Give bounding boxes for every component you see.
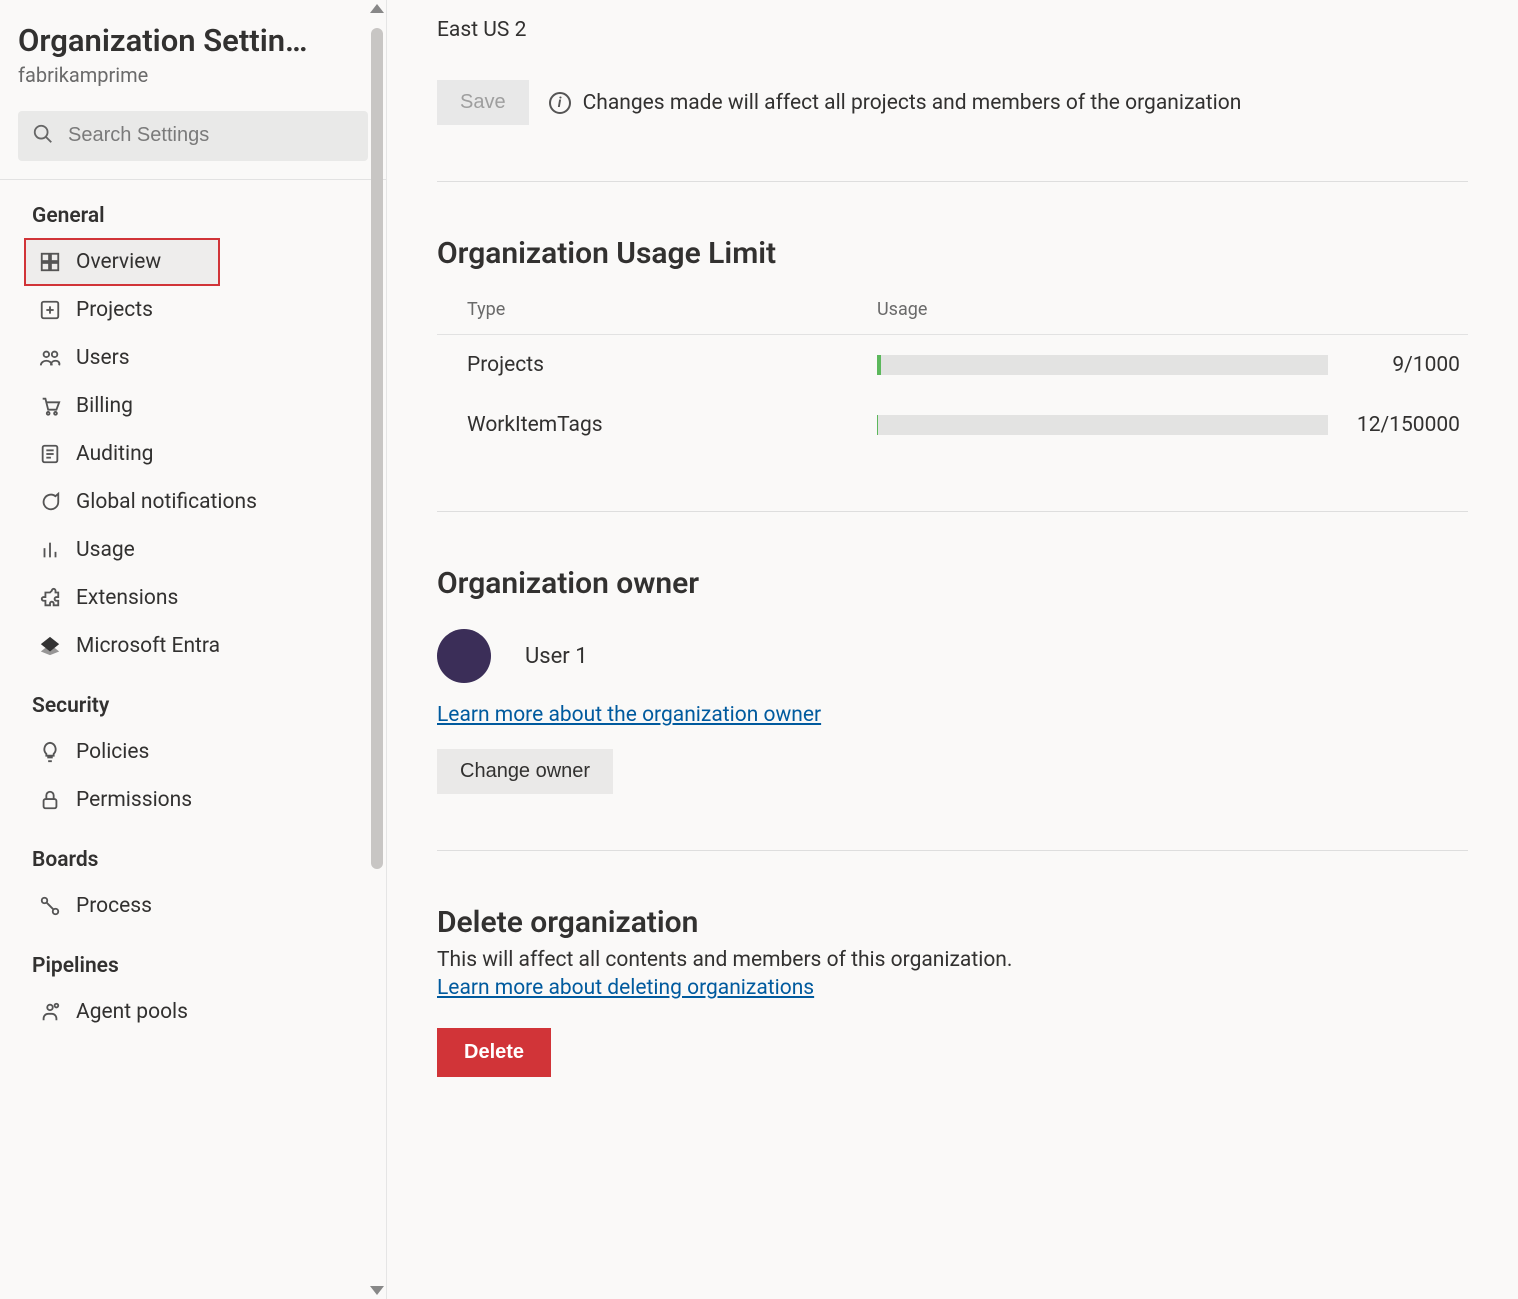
sidebar-item-label: Billing — [76, 394, 133, 418]
search-settings-box[interactable] — [18, 111, 368, 161]
agent-icon — [38, 1000, 62, 1024]
plus-box-icon — [38, 298, 62, 322]
sidebar-item-entra[interactable]: Microsoft Entra — [0, 622, 386, 670]
search-input[interactable] — [66, 123, 354, 148]
delete-title: Delete organization — [437, 905, 1468, 940]
save-note-text: Changes made will affect all projects an… — [583, 91, 1242, 115]
usage-bar-fill — [877, 355, 881, 375]
usage-bar — [877, 355, 1328, 375]
sidebar-item-auditing[interactable]: Auditing — [0, 430, 386, 478]
cart-icon — [38, 394, 62, 418]
sidebar-item-label: Usage — [76, 538, 135, 562]
bulb-icon — [38, 740, 62, 764]
usage-bar — [877, 415, 1328, 435]
delete-learn-more-link[interactable]: Learn more about deleting organizations — [437, 976, 814, 1000]
owner-learn-more-link[interactable]: Learn more about the organization owner — [437, 703, 821, 727]
scroll-down-icon — [370, 1286, 384, 1295]
usage-row-workitemtags: WorkItemTags 12/150000 — [437, 395, 1468, 455]
sidebar-item-label: Agent pools — [76, 1000, 188, 1024]
sidebar-item-projects[interactable]: Projects — [0, 286, 386, 334]
sidebar: Organization Settin… fabrikamprime Gener… — [0, 0, 387, 1299]
group-title-boards: Boards — [0, 824, 386, 882]
sidebar-item-label: Policies — [76, 740, 149, 764]
usage-value: 9/1000 — [1328, 353, 1468, 377]
lock-icon — [38, 788, 62, 812]
sidebar-item-agent-pools[interactable]: Agent pools — [0, 988, 386, 1036]
divider — [437, 850, 1468, 851]
list-icon — [38, 442, 62, 466]
sidebar-item-label: Microsoft Entra — [76, 634, 220, 658]
sidebar-item-label: Auditing — [76, 442, 153, 466]
divider — [437, 181, 1468, 182]
save-note: i Changes made will affect all projects … — [549, 91, 1242, 115]
usage-row-projects: Projects 9/1000 — [437, 335, 1468, 395]
delete-button[interactable]: Delete — [437, 1028, 551, 1077]
delete-description: This will affect all contents and member… — [437, 948, 1468, 972]
sidebar-title: Organization Settin… — [18, 22, 368, 61]
save-button[interactable]: Save — [437, 80, 529, 125]
usage-col-usage: Usage — [877, 299, 1328, 320]
group-title-security: Security — [0, 670, 386, 728]
usage-type: WorkItemTags — [467, 413, 877, 437]
sidebar-item-overview[interactable]: Overview — [24, 238, 220, 286]
usage-type: Projects — [467, 353, 877, 377]
sidebar-item-label: Users — [76, 346, 130, 370]
sidebar-item-extensions[interactable]: Extensions — [0, 574, 386, 622]
region-value: East US 2 — [437, 18, 1468, 42]
users-icon — [38, 346, 62, 370]
entra-icon — [38, 634, 62, 658]
main-content: East US 2 Save i Changes made will affec… — [387, 0, 1518, 1299]
info-icon: i — [549, 92, 571, 114]
usage-value: 12/150000 — [1328, 413, 1468, 437]
sidebar-item-label: Overview — [76, 250, 161, 274]
sidebar-item-label: Projects — [76, 298, 153, 322]
bars-icon — [38, 538, 62, 562]
sidebar-item-notifications[interactable]: Global notifications — [0, 478, 386, 526]
usage-table-header: Type Usage — [437, 299, 1468, 335]
process-icon — [38, 894, 62, 918]
grid-icon — [38, 250, 62, 274]
usage-title: Organization Usage Limit — [437, 236, 1468, 271]
sidebar-item-label: Permissions — [76, 788, 192, 812]
puzzle-icon — [38, 586, 62, 610]
sidebar-item-users[interactable]: Users — [0, 334, 386, 382]
sidebar-item-label: Global notifications — [76, 490, 257, 514]
sidebar-item-label: Extensions — [76, 586, 178, 610]
group-title-pipelines: Pipelines — [0, 930, 386, 988]
owner-avatar — [437, 629, 491, 683]
usage-col-type: Type — [467, 299, 877, 320]
sidebar-item-usage[interactable]: Usage — [0, 526, 386, 574]
sidebar-item-process[interactable]: Process — [0, 882, 386, 930]
owner-name: User 1 — [525, 644, 588, 669]
sidebar-item-label: Process — [76, 894, 152, 918]
search-icon — [32, 123, 54, 149]
sidebar-org-name: fabrikamprime — [18, 63, 368, 87]
sidebar-item-permissions[interactable]: Permissions — [0, 776, 386, 824]
divider — [437, 511, 1468, 512]
change-owner-button[interactable]: Change owner — [437, 749, 613, 794]
sidebar-item-policies[interactable]: Policies — [0, 728, 386, 776]
owner-title: Organization owner — [437, 566, 1468, 601]
sidebar-item-billing[interactable]: Billing — [0, 382, 386, 430]
chat-icon — [38, 490, 62, 514]
group-title-general: General — [0, 180, 386, 238]
scroll-up-icon — [370, 4, 384, 13]
